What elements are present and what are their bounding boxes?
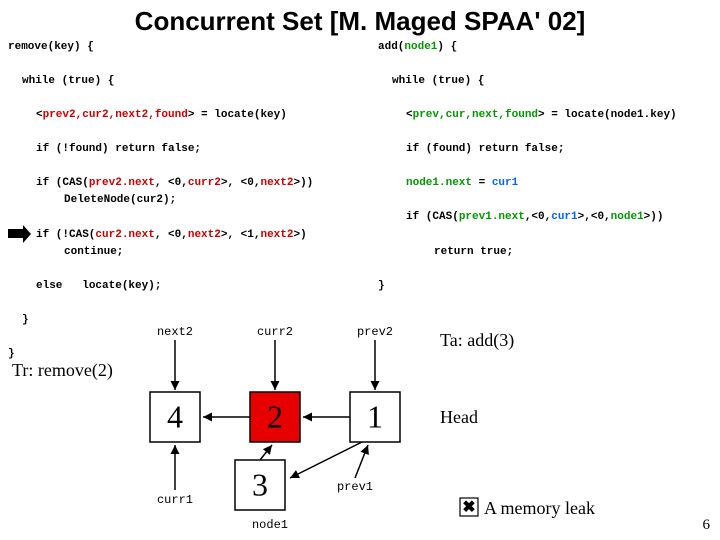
svg-text:✖: ✖ <box>462 499 475 516</box>
rm-l5g: >)) <box>293 177 313 189</box>
ad-l2: while (true) { <box>378 73 484 90</box>
rm-l5f: next2 <box>260 177 293 189</box>
curr1-label: curr1 <box>157 493 193 507</box>
rm-l7a: if (!CAS( <box>36 229 95 241</box>
ad-l3a: < <box>406 109 413 121</box>
ad-l1c: ) { <box>437 41 457 53</box>
ad-l3b: prev,cur,next,found <box>413 109 538 121</box>
prev1-label: prev1 <box>337 480 373 494</box>
rm-l9b: locate(key); <box>82 280 161 292</box>
code-columns: remove(key) { while (true) { <prev2,cur2… <box>0 39 720 363</box>
ad-l6d: cur1 <box>551 211 577 223</box>
ad-l1a: add( <box>378 41 404 53</box>
rm-l7g: >) <box>294 229 307 241</box>
ad-l6b: prev1.next <box>459 211 525 223</box>
rm-l5a: if (CAS( <box>36 177 89 189</box>
memory-leak-label: A memory leak <box>484 498 595 518</box>
head-label: Head <box>440 407 478 427</box>
node1-label: node1 <box>252 518 288 532</box>
rm-l10: } <box>8 312 29 329</box>
thread-remove-label: Tr: remove(2) <box>12 360 113 381</box>
rm-l3b: prev2,cur2,next2,found <box>43 109 188 121</box>
ad-l6f: node1 <box>611 211 644 223</box>
rm-l5c: , <0, <box>155 177 188 189</box>
node-2: 2 <box>267 398 283 434</box>
rm-l7d: next2 <box>188 229 221 241</box>
ad-l6e: >,<0, <box>578 211 611 223</box>
ad-l5a: node1.next <box>406 177 472 189</box>
ad-l6c: ,<0, <box>525 211 551 223</box>
node-3: 3 <box>252 466 268 502</box>
ad-l6g: >)) <box>644 211 664 223</box>
arrow-icon <box>8 229 24 238</box>
rm-l3c: > = locate(key) <box>188 109 287 121</box>
ad-l8: } <box>378 280 385 292</box>
ad-l6a: if (CAS( <box>406 211 459 223</box>
ad-l4: if (found) return false; <box>378 141 564 158</box>
rm-l7e: >, <1, <box>221 229 261 241</box>
rm-l7f: next2 <box>260 229 293 241</box>
thread-add-label: Ta: add(3) <box>440 330 514 351</box>
rm-l5d: curr2 <box>188 177 221 189</box>
node-1: 1 <box>367 398 383 434</box>
rm-l1: remove(key) { <box>8 41 94 53</box>
rm-l2: while (true) { <box>8 73 114 90</box>
rm-l9a: else <box>36 280 62 292</box>
rm-l7b: cur2.next <box>95 229 154 241</box>
remove-code: remove(key) { while (true) { <prev2,cur2… <box>8 39 378 363</box>
page-number: 6 <box>703 517 711 534</box>
ad-l5c: cur1 <box>492 177 518 189</box>
rm-l8: continue; <box>8 244 123 261</box>
node-4: 4 <box>167 398 183 434</box>
rm-l11: } <box>8 348 15 360</box>
ad-l3c: > = locate(node1.key) <box>538 109 677 121</box>
ad-l1b: node1 <box>404 41 437 53</box>
rm-l4: if (!found) return false; <box>8 141 201 158</box>
rm-l7c: , <0, <box>155 229 188 241</box>
rm-l5e: >, <0, <box>221 177 261 189</box>
rm-l6: DeleteNode(cur2); <box>8 192 176 209</box>
ad-l5b: = <box>472 177 492 189</box>
ad-l7: return true; <box>378 244 513 261</box>
add-code: add(node1) { while (true) { <prev,cur,ne… <box>378 39 708 363</box>
slide-title: Concurrent Set [M. Maged SPAA' 02] <box>0 0 720 39</box>
rm-l5b: prev2.next <box>89 177 155 189</box>
rm-l3a: < <box>36 109 43 121</box>
